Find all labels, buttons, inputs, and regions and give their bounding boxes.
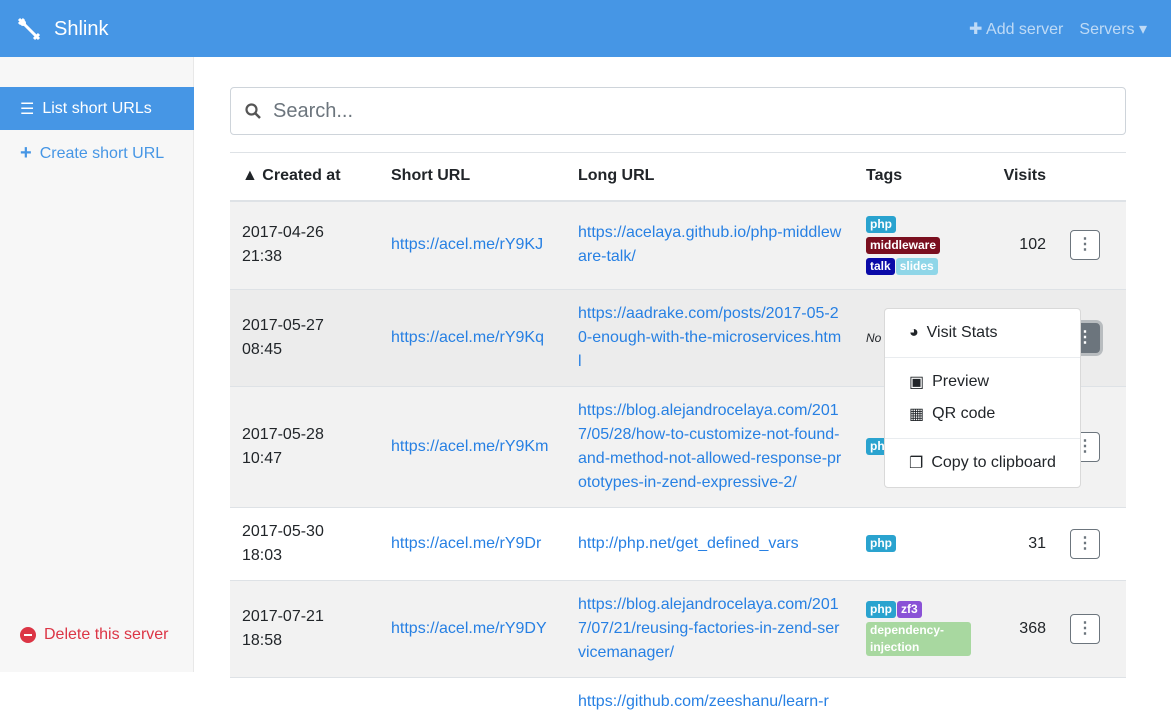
add-server-label: Add server <box>986 21 1064 38</box>
header-short-url[interactable]: Short URL <box>379 152 566 202</box>
tag-badge[interactable]: dependency-injection <box>866 622 971 656</box>
header-visits[interactable]: Visits <box>984 152 1058 202</box>
header-actions <box>1058 152 1126 202</box>
qrcode-icon: ▦ <box>909 406 925 423</box>
short-url-link[interactable]: https://acel.me/rY9Km <box>391 438 548 455</box>
menu-item-qr-code[interactable]: ▦ QR code <box>885 398 1080 430</box>
created-at: 2017-05-28 10:47 <box>230 385 379 507</box>
menu-item-label: QR code <box>932 405 996 422</box>
short-url-link[interactable]: https://acel.me/rY9Dr <box>391 535 541 552</box>
header-long-url[interactable]: Long URL <box>566 152 854 202</box>
search-placeholder: Search... <box>273 99 354 122</box>
menu-item-label: Copy to clipboard <box>931 454 1056 471</box>
tag-badge[interactable]: zf3 <box>897 601 922 618</box>
short-url-link[interactable]: https://acel.me/rY9KJ <box>391 236 543 253</box>
search-input[interactable]: Search... <box>230 87 1126 135</box>
brand-link[interactable]: Shlink <box>16 16 108 42</box>
servers-dropdown[interactable]: Servers ▾ <box>1079 19 1147 39</box>
table-row: 2017-07-21 18:58 https://acel.me/rY9DY h… <box>230 579 1126 677</box>
menu-divider <box>885 357 1080 358</box>
long-url-link[interactable]: https://blog.alejandrocelaya.com/2017/05… <box>578 402 841 491</box>
table-row: https://github.com/zeeshanu/learn-r <box>230 676 1126 726</box>
short-url-actions-menu: ◕ Visit Stats ▣ Preview ▦ QR code ❐ Copy to … <box>884 308 1081 488</box>
ellipsis-vertical-icon: ⋮ <box>1077 534 1093 552</box>
menu-item-label: Visit Stats <box>926 324 998 341</box>
sidebar-item-list-short-urls[interactable]: ☰ List short URLs <box>0 87 194 130</box>
header-tags[interactable]: Tags <box>854 152 984 202</box>
menu-item-preview[interactable]: ▣ Preview <box>885 366 1080 398</box>
menu-item-visit-stats[interactable]: ◕ Visit Stats <box>885 317 1080 349</box>
sidebar-item-label: Create short URL <box>39 144 165 162</box>
created-at: 2017-04-26 21:38 <box>230 200 379 289</box>
menu-item-label: Preview <box>932 373 990 390</box>
tag-badge[interactable]: php <box>866 535 896 552</box>
delete-server-label: Delete this server <box>44 626 169 643</box>
sidebar: ☰ List short URLs + Create short URL Delet… <box>0 57 194 672</box>
tag-badge[interactable]: php <box>866 215 896 233</box>
created-at: 2017-05-27 08:45 <box>230 288 379 386</box>
short-url-link[interactable]: https://acel.me/rY9DY <box>391 620 547 637</box>
menu-divider <box>885 438 1080 439</box>
navbar: Shlink ✚ Add server Servers ▾ <box>0 0 1171 57</box>
pie-chart-icon: ◕ <box>909 324 919 341</box>
actions-menu-button[interactable]: ⋮ <box>1070 528 1100 559</box>
table-row: 2017-04-26 21:38 https://acel.me/rY9KJ h… <box>230 200 1126 289</box>
created-at: 2017-07-21 18:58 <box>230 579 379 677</box>
tag-badge[interactable]: php <box>866 601 896 618</box>
menu-item-copy-to-clipboard[interactable]: ❐ Copy to clipboard <box>885 447 1080 479</box>
sidebar-item-label: List short URLs <box>42 99 152 117</box>
delete-server-button[interactable]: Delete this server <box>20 626 169 644</box>
tag-badge[interactable]: middleware <box>866 236 941 254</box>
image-icon: ▣ <box>909 374 925 391</box>
tag-badge[interactable]: slides <box>895 257 938 275</box>
short-url-link[interactable]: https://acel.me/rY9Kq <box>391 329 544 346</box>
plus-icon: + <box>20 142 32 164</box>
long-url-link[interactable]: https://acelaya.github.io/php-middleware… <box>578 224 841 265</box>
created-at: 2017-05-30 18:03 <box>230 506 379 580</box>
add-server-link[interactable]: ✚ Add server <box>969 19 1063 39</box>
search-icon <box>245 103 261 119</box>
visits-count <box>984 676 1058 726</box>
shlink-logo-icon <box>17 17 41 41</box>
ellipsis-vertical-icon: ⋮ <box>1077 619 1093 637</box>
ellipsis-vertical-icon: ⋮ <box>1077 236 1093 253</box>
long-url-link[interactable]: https://blog.alejandrocelaya.com/2017/07… <box>578 596 839 661</box>
brand-name: Shlink <box>54 17 109 40</box>
actions-menu-button[interactable]: ⋮ <box>1070 613 1100 644</box>
visits-count: 31 <box>984 506 1058 580</box>
long-url-link[interactable]: http://php.net/get_defined_vars <box>578 535 799 552</box>
long-url-link[interactable]: https://aadrake.com/posts/2017-05-20-eno… <box>578 305 841 370</box>
visits-count: 368 <box>984 579 1058 677</box>
minus-circle-icon <box>20 627 36 643</box>
sidebar-item-create-short-url[interactable]: + Create short URL <box>0 132 194 175</box>
created-at <box>230 676 379 726</box>
header-label: Created at <box>262 167 341 185</box>
actions-menu-button[interactable]: ⋮ <box>1070 230 1100 260</box>
copy-icon: ❐ <box>909 455 924 472</box>
visits-count: 102 <box>984 200 1058 289</box>
tag-badge[interactable]: talk <box>866 257 895 275</box>
servers-label: Servers <box>1079 21 1135 38</box>
list-icon: ☰ <box>20 100 35 118</box>
table-row: 2017-05-30 18:03 https://acel.me/rY9Dr h… <box>230 506 1126 580</box>
long-url-link[interactable]: https://github.com/zeeshanu/learn-r <box>578 693 829 710</box>
header-created-at[interactable]: ▲ Created at <box>230 152 379 202</box>
